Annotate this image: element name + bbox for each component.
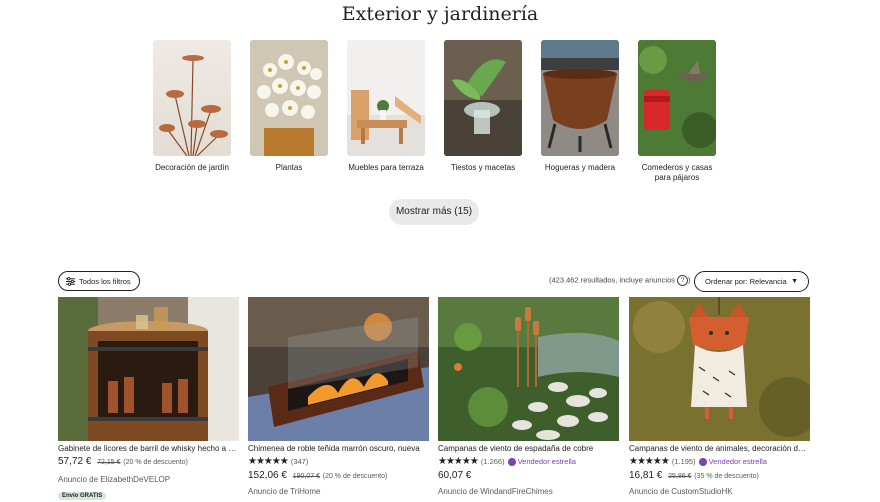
- star-seller-label: Vendedor estrella: [708, 457, 767, 466]
- listing-price: 57,72 €: [58, 456, 92, 467]
- listing-price-row: 152,06 € 190,07 € (20 % de descuento): [248, 470, 429, 481]
- sort-dropdown[interactable]: Ordenar por: Relevancia ▼: [694, 271, 809, 292]
- star-rating-icon: ★★★★★: [438, 456, 479, 467]
- listing-discount: (20 % de descuento): [123, 459, 188, 466]
- category-label[interactable]: Decoración de jardín: [153, 163, 231, 173]
- category-label[interactable]: Tiestos y macetas: [444, 163, 522, 173]
- filter-icon: [66, 277, 75, 286]
- listing-price-row: 16,81 € 25,86 € (35 % de descuento): [629, 470, 810, 481]
- listing-rating: ★★★★★ (1.266) Vendedor estrella: [438, 456, 619, 467]
- category-image[interactable]: [541, 40, 619, 156]
- listing-image[interactable]: [629, 297, 810, 441]
- listing-title[interactable]: Chimenea de roble teñida marrón oscuro, …: [248, 444, 429, 453]
- chevron-down-icon: ▼: [791, 278, 798, 285]
- listing-card[interactable]: Chimenea de roble teñida marrón oscuro, …: [248, 297, 429, 496]
- listing-card[interactable]: Campanas de viento de animales, decoraci…: [629, 297, 810, 496]
- category-garden-decor[interactable]: Decoración de jardín: [153, 40, 231, 173]
- listing-price: 16,81 €: [629, 470, 663, 481]
- results-close-paren: ): [688, 275, 691, 285]
- review-count: (1.195): [671, 457, 696, 466]
- show-more-button[interactable]: Mostrar más (15): [389, 199, 479, 225]
- listing-title[interactable]: Campanas de viento de animales, decoraci…: [629, 444, 810, 453]
- listing-title[interactable]: Gabinete de licores de barril de whisky …: [58, 444, 239, 453]
- listing-price: 152,06 €: [248, 470, 287, 481]
- free-shipping-badge: Envío GRATIS: [58, 492, 107, 500]
- category-image[interactable]: [444, 40, 522, 156]
- listing-price-row: 60,07 €: [438, 470, 619, 481]
- category-image[interactable]: [153, 40, 231, 156]
- star-seller-label: Vendedor estrella: [517, 457, 576, 466]
- star-rating-icon: ★★★★★: [629, 456, 670, 467]
- listing-image[interactable]: [438, 297, 619, 441]
- star-rating-icon: ★★★★★: [248, 456, 289, 467]
- category-image[interactable]: [250, 40, 328, 156]
- listing-rating: ★★★★★ (1.195) Vendedor estrella: [629, 456, 810, 467]
- results-count: (423.462 resultados, incluye anuncios ?): [549, 275, 691, 286]
- star-seller-icon: [507, 457, 516, 466]
- listing-original-price: 190,07 €: [292, 473, 320, 480]
- listing-discount: (20 % de descuento): [322, 473, 388, 480]
- category-label[interactable]: Plantas: [250, 163, 328, 173]
- listing-price: 60,07 €: [438, 470, 472, 481]
- category-bird-feeders[interactable]: Comederos y casas para pájaros: [638, 40, 716, 183]
- listing-title[interactable]: Campanas de viento de espadaña de cobre: [438, 444, 619, 453]
- category-plants[interactable]: Plantas: [250, 40, 328, 173]
- category-label[interactable]: Comederos y casas para pájaros: [638, 163, 716, 183]
- review-count: (1.266): [480, 457, 505, 466]
- listing-card[interactable]: Gabinete de licores de barril de whisky …: [58, 297, 239, 502]
- category-label[interactable]: Muebles para terraza: [347, 163, 425, 173]
- help-icon[interactable]: ?: [677, 275, 689, 286]
- category-pots-planters[interactable]: Tiestos y macetas: [444, 40, 522, 173]
- all-filters-label: Todos los filtros: [79, 277, 131, 286]
- listing-rating: ★★★★★ (347): [248, 456, 429, 467]
- listing-original-price: 72,15 €: [97, 459, 121, 466]
- category-image[interactable]: [347, 40, 425, 156]
- star-seller-badge: Vendedor estrella: [507, 457, 576, 466]
- category-label[interactable]: Hogueras y madera: [541, 163, 619, 173]
- listing-discount: (35 % de descuento): [694, 473, 759, 480]
- sort-label: Ordenar por: Relevancia: [705, 277, 787, 286]
- section-title: Exterior y jardinería: [341, 3, 539, 25]
- review-count: (347): [290, 457, 309, 466]
- listing-price-row: 57,72 € 72,15 € (20 % de descuento): [58, 456, 239, 467]
- listing-image[interactable]: [58, 297, 239, 441]
- listing-card[interactable]: Campanas de viento de espadaña de cobre …: [438, 297, 619, 496]
- category-firepits-wood[interactable]: Hogueras y madera: [541, 40, 619, 173]
- star-seller-badge: Vendedor estrella: [698, 457, 767, 466]
- results-text: (423.462 resultados, incluye anuncios: [549, 275, 675, 285]
- listing-image[interactable]: [248, 297, 429, 441]
- all-filters-button[interactable]: Todos los filtros: [58, 271, 140, 291]
- listing-original-price: 25,86 €: [668, 473, 692, 480]
- listing-shop[interactable]: Anuncio de ElizabethDeVELOP: [58, 475, 239, 484]
- category-image[interactable]: [638, 40, 716, 156]
- star-seller-icon: [698, 457, 707, 466]
- category-patio-furniture[interactable]: Muebles para terraza: [347, 40, 425, 173]
